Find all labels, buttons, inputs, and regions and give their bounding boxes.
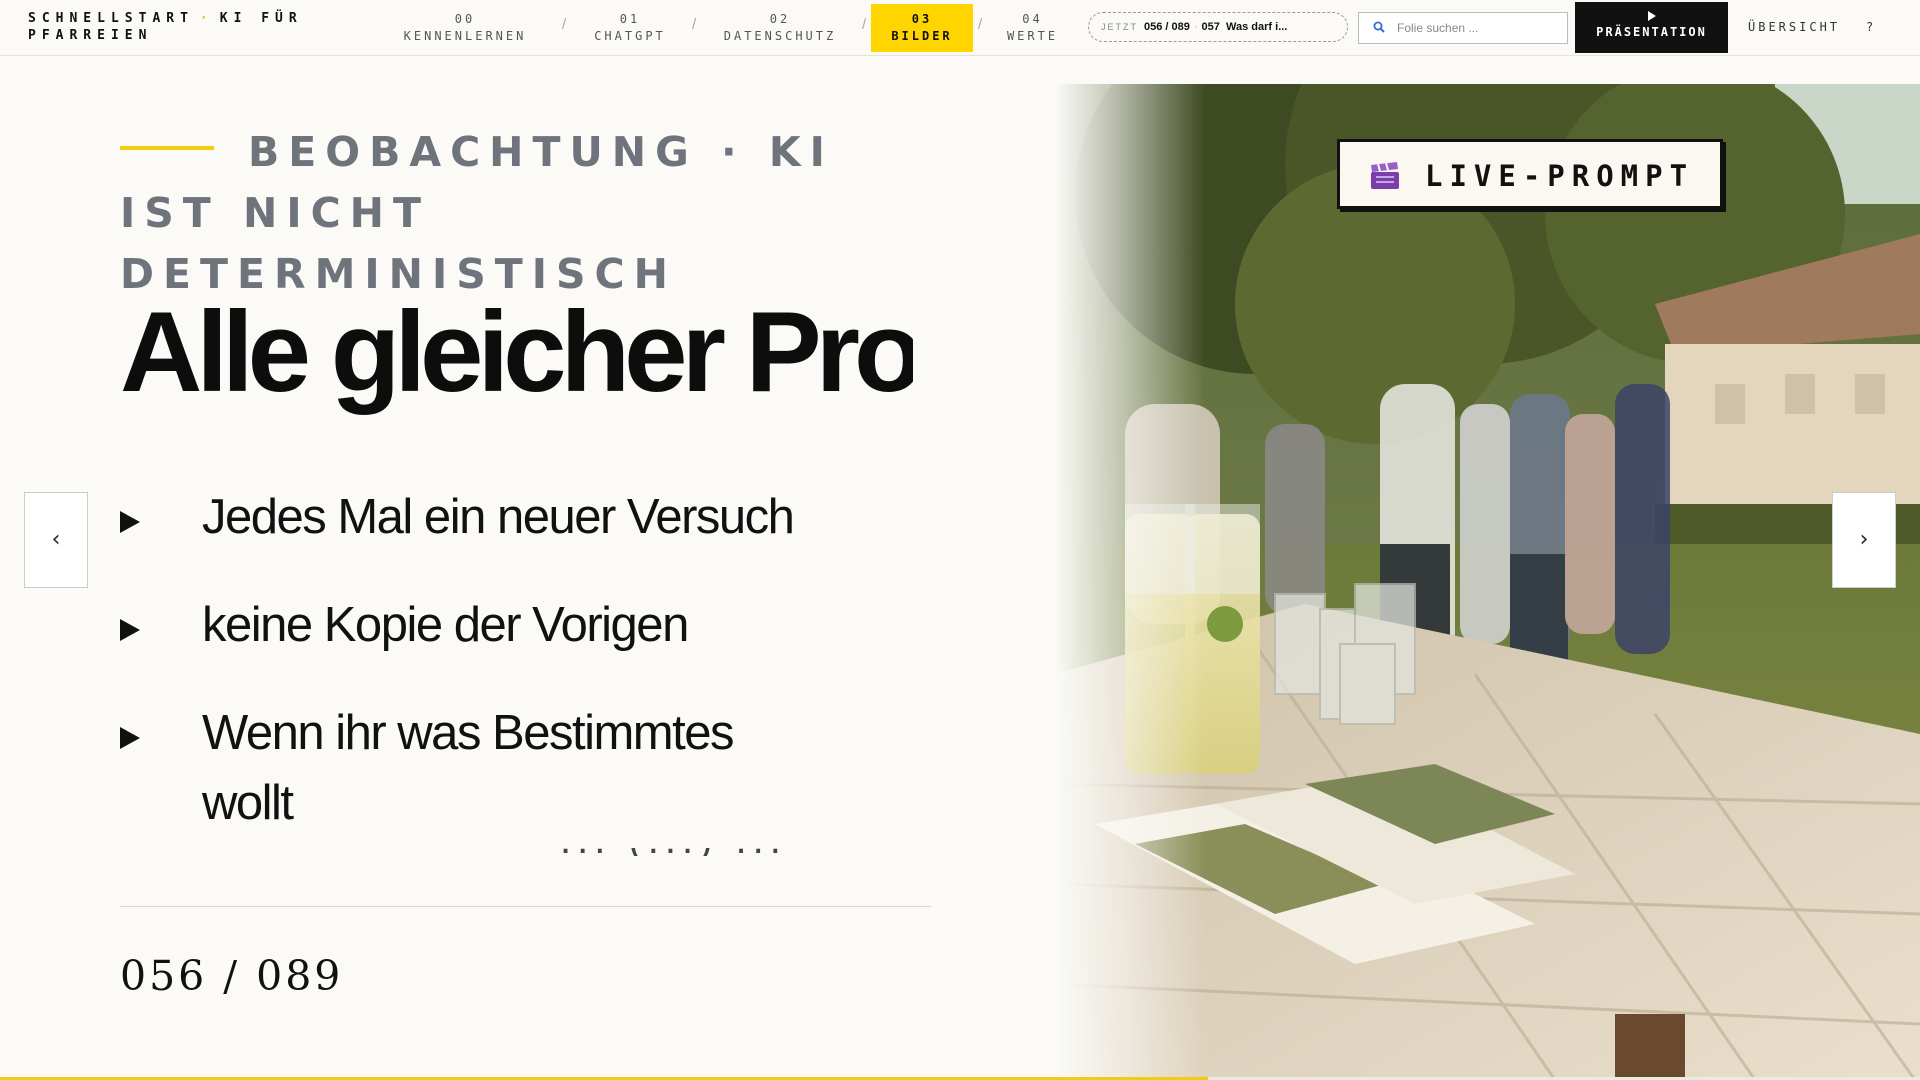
bullet-text: Wenn ihr was Bestimmtes wollt xyxy=(202,706,735,830)
live-prompt-label: LIVE-PROMPT xyxy=(1425,159,1695,193)
tab-kennenlernen[interactable]: 00 KENNENLERNEN xyxy=(390,4,540,52)
tab-label: BILDER xyxy=(891,29,953,43)
bullet-triangle-icon xyxy=(120,511,140,533)
jetzt-label: JETZT xyxy=(1101,22,1138,32)
tab-number: 00 xyxy=(454,12,476,26)
current-slide-indicator[interactable]: JETZT 056 / 089 · 057 Was darf i... xyxy=(1088,12,1348,42)
tab-number: 01 xyxy=(619,12,641,26)
tab-label: DATENSCHUTZ xyxy=(723,29,837,43)
bullet-item: keine Kopie der Vorigen xyxy=(118,590,898,660)
tab-bilder[interactable]: 03 BILDER xyxy=(871,4,973,52)
top-bar: SCHNELLSTART · KI FÜR PFARREIEN 00 KENNENL… xyxy=(0,0,1920,56)
bullet-list: Jedes Mal ein neuer Versuch keine Kopie … xyxy=(118,482,898,876)
search-icon xyxy=(1373,21,1385,33)
overview-button[interactable]: ÜBERSICHT xyxy=(1748,20,1840,34)
slide-divider xyxy=(120,906,931,907)
jetzt-next-title: Was darf i... xyxy=(1226,21,1288,33)
jetzt-current: 056 / 089 xyxy=(1144,21,1190,33)
jetzt-next-number: 057 xyxy=(1201,21,1220,33)
bullet-triangle-icon xyxy=(120,619,140,641)
tab-label: KENNENLERNEN xyxy=(403,29,527,43)
clapperboard-icon xyxy=(1371,162,1399,189)
brand-logo[interactable]: SCHNELLSTART · KI FÜR PFARREIEN xyxy=(28,10,358,44)
slide-title: Alle gleicher Prompt xyxy=(120,289,913,416)
tab-number: 04 xyxy=(1022,12,1043,26)
slide-eyebrow: BEOBACHTUNG · KI IST NICHT DETERMINISTIS… xyxy=(120,128,834,298)
search-placeholder: Folie suchen ... xyxy=(1397,21,1479,35)
tab-label: WERTE xyxy=(1006,29,1059,43)
next-slide-button[interactable]: › xyxy=(1832,492,1896,588)
presentation-button[interactable]: PRÄSENTATION xyxy=(1575,2,1728,53)
tab-number: 03 xyxy=(911,12,933,26)
tab-chatgpt[interactable]: 01 CHATGPT xyxy=(580,4,680,52)
bullet-triangle-icon xyxy=(120,727,140,749)
slide-photo xyxy=(1055,84,1920,1080)
nav-separator: / xyxy=(862,16,867,33)
tab-werte[interactable]: 04 WERTE xyxy=(990,4,1075,52)
nav-separator: / xyxy=(692,16,697,33)
bullet-item: Wenn ihr was Bestimmtes wollt xyxy=(118,698,758,838)
nav-separator: / xyxy=(978,16,983,33)
tab-label: CHATGPT xyxy=(594,29,666,43)
tab-datenschutz[interactable]: 02 DATENSCHUTZ xyxy=(710,4,850,52)
chevron-right-icon: › xyxy=(1859,527,1869,552)
slide-counter: 056 / 089 xyxy=(120,952,344,1000)
nav-separator: / xyxy=(562,16,567,33)
bullet-item: Jedes Mal ein neuer Versuch xyxy=(118,482,898,552)
jetzt-dot: · xyxy=(1193,21,1198,33)
play-icon xyxy=(1647,11,1656,21)
presentation-label: PRÄSENTATION xyxy=(1596,25,1707,39)
brand-dot: · xyxy=(199,11,214,26)
brand-title: SCHNELLSTART xyxy=(28,11,194,26)
live-prompt-badge: LIVE-PROMPT xyxy=(1337,139,1723,209)
bullet-text: Jedes Mal ein neuer Versuch xyxy=(202,490,795,544)
tab-number: 02 xyxy=(769,12,791,26)
chevron-left-icon: ‹ xyxy=(51,527,61,552)
search-input[interactable]: Folie suchen ... xyxy=(1358,12,1568,44)
help-button[interactable]: ? xyxy=(1866,20,1873,34)
overflow-text-clipped: ... (...) ... xyxy=(560,848,880,856)
photo-fade-overlay xyxy=(1055,84,1205,1080)
slide-title-container: Alle gleicher Prompt xyxy=(120,288,913,428)
prev-slide-button[interactable]: ‹ xyxy=(24,492,88,588)
bullet-text: keine Kopie der Vorigen xyxy=(202,598,689,652)
overflow-text: ... (...) ... xyxy=(560,848,880,856)
